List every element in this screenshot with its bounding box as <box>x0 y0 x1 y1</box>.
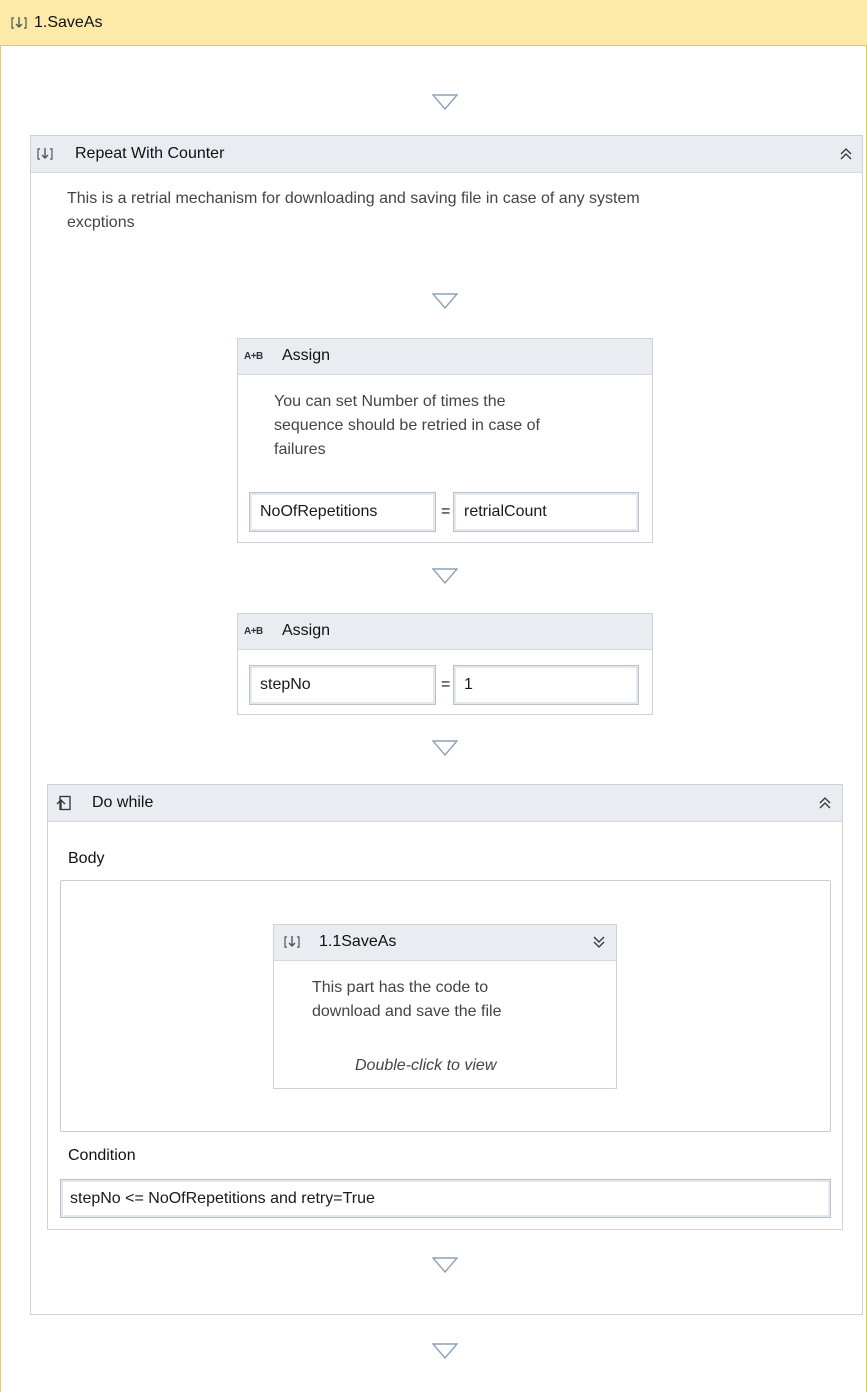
inner-sequence-activity[interactable]: 1.1SaveAs This part has the code to down… <box>273 924 617 1089</box>
collapse-icon[interactable] <box>818 796 832 810</box>
collapse-icon[interactable] <box>839 147 853 161</box>
assign-description: You can set Number of times the sequence… <box>274 393 540 458</box>
expand-icon[interactable] <box>592 935 606 949</box>
assign-activity-step-no[interactable]: A+B Assign stepNo = 1 <box>237 613 653 715</box>
repeat-title: Repeat With Counter <box>75 145 225 162</box>
assign-to-field[interactable]: stepNo <box>249 665 436 705</box>
assign-header[interactable]: A+B Assign <box>238 614 652 650</box>
drop-target-icon[interactable] <box>432 740 458 756</box>
do-while-icon <box>56 795 71 811</box>
assign-icon: A+B <box>244 626 263 637</box>
assign-title: Assign <box>282 347 331 364</box>
repeat-header[interactable]: Repeat With Counter <box>31 136 862 173</box>
inner-sequence-title: 1.1SaveAs <box>319 933 397 950</box>
drop-target-icon[interactable] <box>432 293 458 309</box>
inner-sequence-description: This part has the code to download and s… <box>312 979 502 1020</box>
sequence-icon <box>284 936 300 948</box>
inner-sequence-header[interactable]: 1.1SaveAs <box>274 925 616 961</box>
do-while-title: Do while <box>92 794 154 811</box>
drop-target-icon[interactable] <box>432 568 458 584</box>
assign-activity-retrial-count[interactable]: A+B Assign You can set Number of times t… <box>237 338 653 543</box>
drop-target-icon[interactable] <box>432 1257 458 1273</box>
assign-value-field[interactable]: retrialCount <box>453 492 639 532</box>
repeat-icon <box>37 148 53 160</box>
equals-sign: = <box>441 503 451 520</box>
assign-to-field[interactable]: NoOfRepetitions <box>249 492 436 532</box>
condition-label: Condition <box>68 1147 136 1164</box>
sequence-outer-title: 1.SaveAs <box>34 14 103 31</box>
equals-sign: = <box>441 676 451 693</box>
drop-target-icon[interactable] <box>432 1343 458 1359</box>
drop-target-icon[interactable] <box>432 94 458 110</box>
assign-header[interactable]: A+B Assign <box>238 339 652 375</box>
sequence-outer-header[interactable]: 1.SaveAs <box>0 0 867 46</box>
condition-input[interactable]: stepNo <= NoOfRepetitions and retry=True <box>60 1179 831 1218</box>
body-label: Body <box>68 850 105 867</box>
sequence-icon <box>11 17 27 29</box>
double-click-hint: Double-click to view <box>355 1057 497 1074</box>
assign-icon: A+B <box>244 351 263 362</box>
assign-value-field[interactable]: 1 <box>453 665 639 705</box>
do-while-header[interactable]: Do while <box>48 785 842 822</box>
repeat-description: This is a retrial mechanism for download… <box>67 190 640 231</box>
assign-title: Assign <box>282 622 331 639</box>
